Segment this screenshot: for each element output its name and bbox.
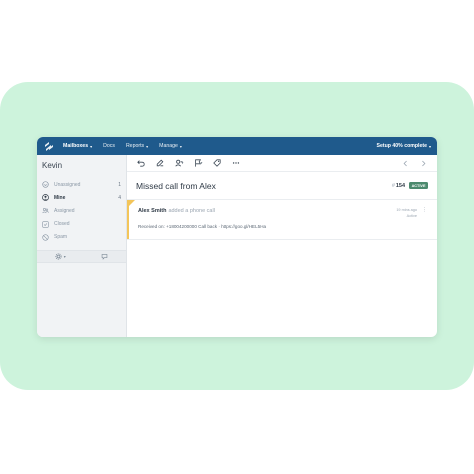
more-icon[interactable]: [230, 157, 242, 169]
chevron-down-icon: ▾: [63, 253, 66, 259]
conversation-header: Missed call from Alex # 154 ACTIVE: [127, 172, 437, 200]
next-icon[interactable]: [417, 157, 429, 169]
chevron-down-icon: ▾: [428, 143, 431, 149]
person-icon: [42, 194, 49, 202]
nav-mailboxes[interactable]: Mailboxes ▾: [63, 143, 92, 149]
conversation-number: # 154 ACTIVE: [392, 182, 428, 189]
conversation-toolbar: ▾ ▾: [127, 155, 437, 172]
sidebar-item-label: Mine: [54, 194, 66, 201]
people-icon: [42, 207, 49, 214]
gear-icon[interactable]: ▾: [55, 253, 66, 260]
status-badge[interactable]: ACTIVE: [409, 182, 428, 189]
tag-icon[interactable]: [211, 157, 223, 169]
undo-icon[interactable]: [135, 157, 147, 169]
app-window: Mailboxes ▾ Docs Reports ▾ Manage ▾ Setu…: [37, 137, 437, 337]
thread-more-icon[interactable]: ⋮: [422, 208, 427, 213]
sidebar-item-mine[interactable]: Mine 4: [37, 191, 126, 204]
phone-call-marker: [127, 200, 135, 208]
conversation-panel: ▾ ▾ Missed call from Alex # 154 ACTIVE A…: [127, 155, 437, 337]
sidebar-item-label: Spam: [54, 234, 68, 241]
chevron-down-icon: ▾: [200, 161, 203, 165]
check-box-icon: [42, 221, 49, 228]
thread-time: 19 mins ago: [396, 208, 417, 212]
thread-author[interactable]: Alex Smith: [138, 208, 166, 214]
previous-icon[interactable]: [399, 157, 411, 169]
sidebar-item-assigned[interactable]: Assigned: [37, 204, 126, 217]
nav-docs[interactable]: Docs: [103, 143, 115, 149]
chevron-down-icon: ▾: [90, 143, 93, 149]
setup-progress-button[interactable]: Setup 40% complete ▾: [377, 143, 431, 149]
status-flag-icon[interactable]: ▾: [192, 157, 204, 169]
sidebar-user-name: Kevin: [42, 161, 63, 170]
ban-icon: [42, 234, 49, 241]
nav-manage[interactable]: Manage ▾: [159, 143, 182, 149]
top-nav: Mailboxes ▾ Docs Reports ▾ Manage ▾ Setu…: [37, 137, 437, 155]
sidebar-item-unassigned[interactable]: Unassigned 1: [37, 178, 126, 191]
chevron-down-icon: ▾: [181, 161, 184, 165]
sidebar-item-label: Closed: [54, 221, 70, 228]
sidebar: Kevin Unassigned 1 Mine 4 Assigned Close…: [37, 155, 127, 337]
sidebar-item-count: 1: [118, 181, 121, 188]
sidebar-footer: ▾: [37, 249, 126, 263]
sidebar-item-label: Unassigned: [54, 181, 81, 188]
sidebar-item-count: 4: [118, 194, 121, 201]
thread-action: added a phone call: [168, 208, 215, 214]
conversation-subject: Missed call from Alex: [136, 180, 216, 191]
thread-meta: 19 mins ago Active: [396, 208, 417, 219]
sidebar-item-closed[interactable]: Closed: [37, 218, 126, 231]
new-conversation-icon[interactable]: [101, 253, 108, 260]
logo-icon[interactable]: [43, 140, 55, 152]
thread-state: Active: [406, 213, 417, 218]
sidebar-item-spam[interactable]: Spam: [37, 231, 126, 244]
sidebar-item-label: Assigned: [54, 207, 75, 214]
chevron-down-icon: ▾: [179, 143, 182, 149]
inbox-icon: [42, 181, 49, 188]
thread-body: Received on: +18004200000 Call back · ht…: [138, 224, 267, 230]
thread-item: Alex Smith added a phone call 19 mins ag…: [127, 200, 437, 240]
assign-icon[interactable]: ▾: [173, 157, 185, 169]
nav-reports[interactable]: Reports ▾: [126, 143, 148, 149]
chevron-down-icon: ▾: [146, 143, 149, 149]
note-icon[interactable]: [154, 157, 166, 169]
